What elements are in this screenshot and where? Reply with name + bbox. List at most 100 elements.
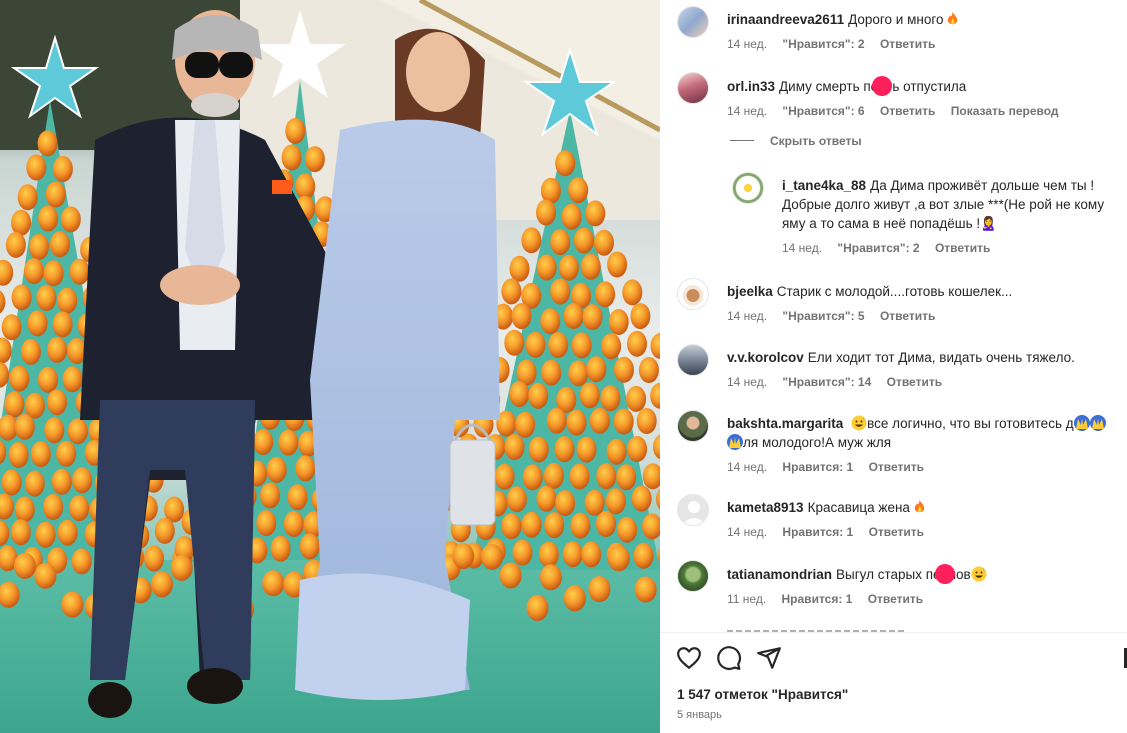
pear-decoration (622, 279, 643, 306)
reply-button[interactable]: Ответить (869, 525, 924, 539)
pear-decoration (52, 311, 73, 338)
pear-decoration (62, 366, 83, 393)
comment-time: 14 нед. (727, 37, 768, 51)
pear-decoration (605, 488, 626, 515)
pear-decoration (260, 482, 281, 509)
comment-likes[interactable]: "Нравится": 2 (837, 241, 919, 255)
pear-decoration (57, 287, 78, 314)
pear-decoration (536, 485, 557, 512)
pear-decoration (38, 205, 59, 232)
comment-username[interactable]: v.v.korolcov (727, 350, 804, 365)
comment-likes[interactable]: "Нравится": 2 (782, 37, 864, 51)
comment-likes[interactable]: "Нравится": 5 (782, 309, 864, 323)
comment-text: bakshta.margarita все логично, что вы го… (727, 414, 1117, 452)
pear-decoration (573, 227, 594, 254)
reply-button[interactable]: Ответить (880, 37, 935, 51)
reply-button[interactable]: Ответить (868, 592, 923, 606)
pear-decoration (594, 229, 614, 256)
pear-decoration (71, 548, 92, 575)
avatar[interactable] (677, 494, 709, 526)
pear-decoration (526, 594, 549, 621)
pear-decoration (10, 519, 31, 546)
pear-decoration (600, 385, 621, 412)
pear-decoration (521, 227, 542, 254)
pear-decoration (548, 332, 569, 358)
pear-decoration (52, 156, 73, 182)
pear-decoration (37, 130, 58, 157)
avatar[interactable] (677, 344, 709, 376)
pear-decoration (515, 411, 536, 438)
comment-username[interactable]: tatianamondrian (727, 567, 832, 582)
default-avatar-icon (682, 501, 706, 525)
avatar[interactable] (732, 172, 764, 204)
pear-decoration (170, 554, 193, 581)
pear-decoration (299, 533, 320, 560)
reply-button[interactable]: Ответить (887, 375, 942, 389)
pear-decoration (582, 304, 603, 331)
comment-likes[interactable]: "Нравится": 6 (782, 104, 864, 118)
pear-decoration (9, 365, 30, 392)
reply-button[interactable]: Ответить (880, 309, 935, 323)
avatar[interactable] (677, 560, 709, 592)
reply-button[interactable]: Ответить (880, 104, 935, 118)
pear-decoration (554, 436, 575, 463)
avatar[interactable] (677, 72, 709, 104)
share-icon[interactable] (756, 645, 782, 671)
pear-decoration (521, 511, 542, 538)
comments-list[interactable]: irinaandreeva2611 Дорого и много 14 нед. … (660, 0, 1127, 632)
pear-decoration (278, 429, 299, 456)
comment-meta: 14 нед. "Нравится": 2 Ответить (727, 37, 1117, 51)
comment-username[interactable]: kameta8913 (727, 500, 804, 515)
pear-decoration (67, 418, 88, 445)
comment-time: 14 нед. (727, 375, 768, 389)
reply-button[interactable]: Ответить (869, 460, 924, 474)
pear-decoration (150, 571, 173, 598)
pear-decoration (538, 541, 559, 568)
comment-text: bjeelka Старик с молодой....готовь кошеле… (727, 284, 1013, 299)
pear-decoration (630, 303, 651, 330)
hide-replies-button[interactable]: Скрыть ответы (730, 134, 862, 148)
pear-decoration (570, 512, 591, 539)
pear-decoration (536, 199, 556, 226)
pear-decoration (606, 438, 627, 465)
comment-likes[interactable]: "Нравится": 14 (782, 375, 871, 389)
pear-decoration (504, 434, 525, 460)
avatar[interactable] (677, 6, 709, 38)
pear-decoration (566, 409, 587, 436)
pear-decoration (539, 564, 562, 591)
reply-button[interactable]: Ответить (935, 241, 990, 255)
post-photo[interactable] (0, 0, 660, 733)
translate-button[interactable]: Показать перевод (951, 104, 1059, 118)
comment-username[interactable]: irinaandreeva2611 (727, 12, 844, 27)
heart-icon[interactable] (676, 645, 702, 671)
comment-username[interactable]: i_tane4ka_88 (782, 178, 866, 193)
pear-decoration (596, 463, 617, 490)
actions-divider (660, 632, 1127, 633)
comment-username[interactable]: orl.in33 (727, 79, 775, 94)
comment-likes[interactable]: Нравится: 1 (782, 460, 853, 474)
pear-decoration (47, 336, 68, 363)
pear-decoration (626, 385, 647, 412)
comment-username[interactable]: bjeelka (727, 284, 773, 299)
comment-meta: 14 нед. "Нравится": 6 Ответить Показать … (727, 104, 1117, 118)
pear-decoration (0, 259, 14, 286)
comment-likes[interactable]: Нравится: 1 (782, 592, 853, 606)
comment-icon[interactable] (716, 645, 742, 671)
likes-count[interactable]: 1 547 отметок "Нравится" (677, 687, 848, 702)
comment-likes[interactable]: Нравится: 1 (782, 525, 853, 539)
pear-decoration (595, 281, 616, 308)
comment-username[interactable]: bakshta.margarita (727, 416, 843, 431)
avatar[interactable] (677, 410, 709, 442)
pear-decoration (650, 382, 660, 409)
pear-decoration (35, 521, 56, 548)
pear-decoration (11, 209, 32, 236)
avatar[interactable] (677, 278, 709, 310)
pear-decoration (509, 255, 530, 282)
pear-decoration (546, 407, 567, 434)
comment-text: orl.in33 Диму смерть по ть отпустила (727, 76, 1117, 96)
pear-decoration (650, 333, 660, 359)
comment-time: 11 нед. (727, 592, 767, 606)
pear-decoration (26, 154, 47, 181)
pear-decoration (144, 545, 164, 572)
comment-time: 14 нед. (727, 525, 768, 539)
